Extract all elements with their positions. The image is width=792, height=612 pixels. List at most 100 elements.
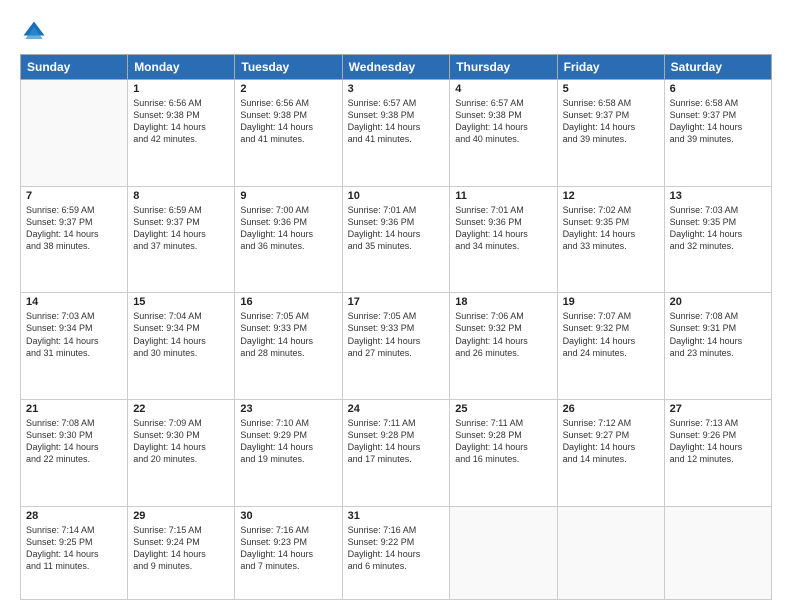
calendar-cell: 2 Sunrise: 6:56 AM Sunset: 9:38 PM Daylig… xyxy=(235,80,342,187)
day-info: Sunrise: 7:05 AM Sunset: 9:33 PM Dayligh… xyxy=(240,310,336,359)
page: SundayMondayTuesdayWednesdayThursdayFrid… xyxy=(0,0,792,612)
calendar-cell: 5Sunrise: 6:58 AM Sunset: 9:37 PM Daylig… xyxy=(557,80,664,187)
day-number: 26 xyxy=(563,403,659,415)
day-info: Sunrise: 7:09 AM Sunset: 9:30 PM Dayligh… xyxy=(133,417,229,466)
calendar-cell: 26 Sunrise: 7:12 AM Sunset: 9:27 PM Dayli… xyxy=(557,399,664,506)
calendar-cell: 4Sunrise: 6:57 AM Sunset: 9:38 PM Daylig… xyxy=(450,80,557,187)
weekday-header-thursday: Thursday xyxy=(450,55,557,80)
day-number: 18 xyxy=(455,296,551,308)
day-info: Sunrise: 7:08 AM Sunset: 9:31 PM Dayligh… xyxy=(670,310,766,359)
day-number: 2 xyxy=(240,83,336,95)
day-info: Sunrise: 7:00 AM Sunset: 9:36 PM Dayligh… xyxy=(240,204,336,253)
day-number: 11 xyxy=(455,190,551,202)
day-number: 10 xyxy=(348,190,445,202)
day-number: 23 xyxy=(240,403,336,415)
calendar-cell: 22 Sunrise: 7:09 AM Sunset: 9:30 PM Dayli… xyxy=(128,399,235,506)
weekday-header-tuesday: Tuesday xyxy=(235,55,342,80)
day-number: 6 xyxy=(670,83,766,95)
weekday-header-row: SundayMondayTuesdayWednesdayThursdayFrid… xyxy=(21,55,772,80)
weekday-header-friday: Friday xyxy=(557,55,664,80)
day-number: 19 xyxy=(563,296,659,308)
day-number: 28 xyxy=(26,510,122,522)
day-info: Sunrise: 7:01 AM Sunset: 9:36 PM Dayligh… xyxy=(455,204,551,253)
calendar-week-row: 21 Sunrise: 7:08 AM Sunset: 9:30 PM Dayli… xyxy=(21,399,772,506)
day-info: Sunrise: 7:07 AM Sunset: 9:32 PM Dayligh… xyxy=(563,310,659,359)
day-info: Sunrise: 6:57 AM Sunset: 9:38 PM Dayligh… xyxy=(455,97,551,146)
calendar-cell: 23 Sunrise: 7:10 AM Sunset: 9:29 PM Dayli… xyxy=(235,399,342,506)
day-number: 16 xyxy=(240,296,336,308)
calendar-cell: 6 Sunrise: 6:58 AM Sunset: 9:37 PM Daylig… xyxy=(664,80,771,187)
day-info: Sunrise: 7:06 AM Sunset: 9:32 PM Dayligh… xyxy=(455,310,551,359)
calendar-cell: 25 Sunrise: 7:11 AM Sunset: 9:28 PM Dayli… xyxy=(450,399,557,506)
weekday-header-monday: Monday xyxy=(128,55,235,80)
calendar-week-row: 28 Sunrise: 7:14 AM Sunset: 9:25 PM Dayli… xyxy=(21,506,772,599)
day-info: Sunrise: 7:08 AM Sunset: 9:30 PM Dayligh… xyxy=(26,417,122,466)
weekday-header-saturday: Saturday xyxy=(664,55,771,80)
day-number: 3 xyxy=(348,83,445,95)
day-number: 29 xyxy=(133,510,229,522)
calendar-week-row: 7 Sunrise: 6:59 AM Sunset: 9:37 PM Daylig… xyxy=(21,186,772,293)
day-number: 22 xyxy=(133,403,229,415)
calendar-cell: 13 Sunrise: 7:03 AM Sunset: 9:35 PM Dayli… xyxy=(664,186,771,293)
day-info: Sunrise: 7:05 AM Sunset: 9:33 PM Dayligh… xyxy=(348,310,445,359)
calendar-cell: 21 Sunrise: 7:08 AM Sunset: 9:30 PM Dayli… xyxy=(21,399,128,506)
day-number: 31 xyxy=(348,510,445,522)
day-number: 20 xyxy=(670,296,766,308)
day-number: 7 xyxy=(26,190,122,202)
calendar-cell xyxy=(664,506,771,599)
day-info: Sunrise: 7:02 AM Sunset: 9:35 PM Dayligh… xyxy=(563,204,659,253)
calendar-cell: 16 Sunrise: 7:05 AM Sunset: 9:33 PM Dayli… xyxy=(235,293,342,400)
day-info: Sunrise: 7:15 AM Sunset: 9:24 PM Dayligh… xyxy=(133,524,229,573)
calendar-cell: 11 Sunrise: 7:01 AM Sunset: 9:36 PM Dayli… xyxy=(450,186,557,293)
day-info: Sunrise: 6:56 AM Sunset: 9:38 PM Dayligh… xyxy=(240,97,336,146)
calendar-cell: 24Sunrise: 7:11 AM Sunset: 9:28 PM Dayli… xyxy=(342,399,450,506)
calendar-cell: 18 Sunrise: 7:06 AM Sunset: 9:32 PM Dayli… xyxy=(450,293,557,400)
logo xyxy=(20,18,52,46)
day-number: 5 xyxy=(563,83,659,95)
day-info: Sunrise: 7:01 AM Sunset: 9:36 PM Dayligh… xyxy=(348,204,445,253)
day-number: 21 xyxy=(26,403,122,415)
day-number: 27 xyxy=(670,403,766,415)
day-number: 9 xyxy=(240,190,336,202)
day-number: 24 xyxy=(348,403,445,415)
header xyxy=(20,18,772,46)
calendar-cell: 14Sunrise: 7:03 AM Sunset: 9:34 PM Dayli… xyxy=(21,293,128,400)
day-number: 12 xyxy=(563,190,659,202)
day-info: Sunrise: 7:03 AM Sunset: 9:35 PM Dayligh… xyxy=(670,204,766,253)
day-info: Sunrise: 7:10 AM Sunset: 9:29 PM Dayligh… xyxy=(240,417,336,466)
day-number: 13 xyxy=(670,190,766,202)
calendar-cell: 3 Sunrise: 6:57 AM Sunset: 9:38 PM Daylig… xyxy=(342,80,450,187)
day-info: Sunrise: 6:56 AM Sunset: 9:38 PM Dayligh… xyxy=(133,97,229,146)
day-number: 30 xyxy=(240,510,336,522)
calendar-cell xyxy=(450,506,557,599)
calendar-cell: 1 Sunrise: 6:56 AM Sunset: 9:38 PM Daylig… xyxy=(128,80,235,187)
calendar-cell: 15Sunrise: 7:04 AM Sunset: 9:34 PM Dayli… xyxy=(128,293,235,400)
day-number: 1 xyxy=(133,83,229,95)
calendar-table: SundayMondayTuesdayWednesdayThursdayFrid… xyxy=(20,54,772,600)
day-info: Sunrise: 7:12 AM Sunset: 9:27 PM Dayligh… xyxy=(563,417,659,466)
calendar-cell: 9 Sunrise: 7:00 AM Sunset: 9:36 PM Daylig… xyxy=(235,186,342,293)
day-info: Sunrise: 6:59 AM Sunset: 9:37 PM Dayligh… xyxy=(133,204,229,253)
calendar-cell: 27Sunrise: 7:13 AM Sunset: 9:26 PM Dayli… xyxy=(664,399,771,506)
day-info: Sunrise: 6:57 AM Sunset: 9:38 PM Dayligh… xyxy=(348,97,445,146)
calendar-cell xyxy=(21,80,128,187)
weekday-header-sunday: Sunday xyxy=(21,55,128,80)
day-info: Sunrise: 6:58 AM Sunset: 9:37 PM Dayligh… xyxy=(670,97,766,146)
calendar-cell: 12 Sunrise: 7:02 AM Sunset: 9:35 PM Dayli… xyxy=(557,186,664,293)
calendar-cell: 30 Sunrise: 7:16 AM Sunset: 9:23 PM Dayli… xyxy=(235,506,342,599)
calendar-cell: 28 Sunrise: 7:14 AM Sunset: 9:25 PM Dayli… xyxy=(21,506,128,599)
calendar-week-row: 1 Sunrise: 6:56 AM Sunset: 9:38 PM Daylig… xyxy=(21,80,772,187)
day-info: Sunrise: 7:16 AM Sunset: 9:23 PM Dayligh… xyxy=(240,524,336,573)
day-number: 25 xyxy=(455,403,551,415)
day-info: Sunrise: 7:14 AM Sunset: 9:25 PM Dayligh… xyxy=(26,524,122,573)
calendar-week-row: 14Sunrise: 7:03 AM Sunset: 9:34 PM Dayli… xyxy=(21,293,772,400)
day-number: 8 xyxy=(133,190,229,202)
calendar-cell: 20 Sunrise: 7:08 AM Sunset: 9:31 PM Dayli… xyxy=(664,293,771,400)
calendar-cell: 10 Sunrise: 7:01 AM Sunset: 9:36 PM Dayli… xyxy=(342,186,450,293)
day-info: Sunrise: 7:16 AM Sunset: 9:22 PM Dayligh… xyxy=(348,524,445,573)
day-info: Sunrise: 6:59 AM Sunset: 9:37 PM Dayligh… xyxy=(26,204,122,253)
logo-icon xyxy=(20,18,48,46)
calendar-cell: 19 Sunrise: 7:07 AM Sunset: 9:32 PM Dayli… xyxy=(557,293,664,400)
calendar-cell: 7 Sunrise: 6:59 AM Sunset: 9:37 PM Daylig… xyxy=(21,186,128,293)
day-info: Sunrise: 7:11 AM Sunset: 9:28 PM Dayligh… xyxy=(455,417,551,466)
